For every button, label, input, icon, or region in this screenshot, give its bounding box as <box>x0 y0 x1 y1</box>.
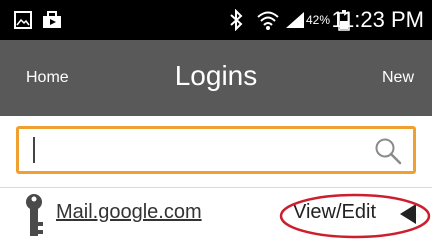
status-time: 11:23 PM <box>331 7 424 32</box>
search-icon[interactable] <box>373 136 403 166</box>
search-box[interactable] <box>16 126 416 174</box>
bluetooth-icon <box>229 0 243 40</box>
battery-percent: 42% <box>306 13 331 27</box>
list-item[interactable]: Mail.google.com View/Edit <box>0 188 432 245</box>
signal-icon <box>284 0 306 40</box>
login-site-link[interactable]: Mail.google.com <box>56 201 202 224</box>
status-bar: 42% 11:23 PM <box>0 0 432 40</box>
bag-icon <box>42 0 62 40</box>
wifi-icon <box>256 0 280 40</box>
key-icon <box>24 192 44 240</box>
new-button[interactable]: New <box>382 40 414 116</box>
search-input[interactable] <box>29 135 369 165</box>
view-edit-button[interactable]: View/Edit <box>293 201 376 224</box>
arrow-left-icon[interactable] <box>398 203 418 225</box>
app-bar: Home Logins New <box>0 40 432 116</box>
photo-icon <box>14 0 32 40</box>
page-title: Logins <box>174 60 258 91</box>
